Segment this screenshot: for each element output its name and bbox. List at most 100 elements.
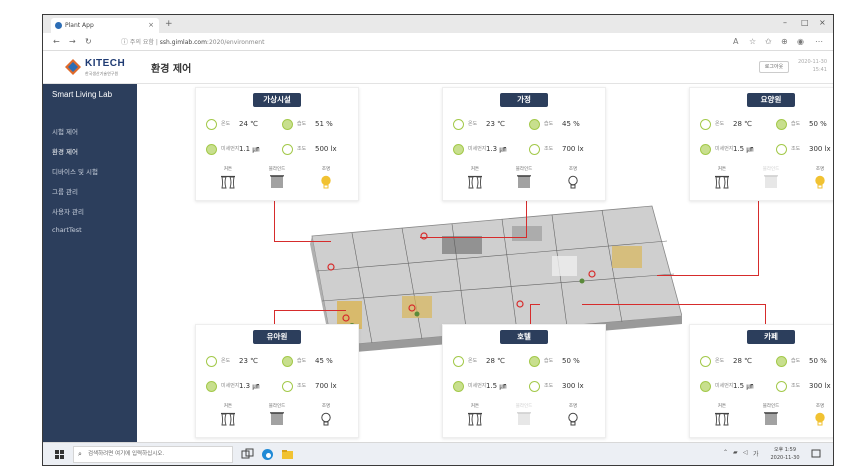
sidebar-item-groups[interactable]: 그룹 관리 xyxy=(52,186,78,196)
profile-icon[interactable]: ◉ xyxy=(797,36,804,48)
connector-line xyxy=(530,304,540,305)
device-curtain-control[interactable]: 커튼 xyxy=(707,403,737,426)
metric-dust: 미세먼지1.5 ㎛ xyxy=(453,380,506,392)
notification-icon[interactable] xyxy=(811,449,821,459)
network-icon[interactable]: ▰ xyxy=(733,449,738,456)
blind-icon xyxy=(509,175,539,189)
metric-value: 1.5 ㎛ xyxy=(733,145,754,153)
room-card[interactable]: 유아원 온도 23 ℃ 습도 45 % 미세먼지1.3 ㎛ 조도 700 lx 커튼 블라인드 조명 xyxy=(195,324,359,438)
tray-chevron-icon[interactable]: ⌃ xyxy=(723,449,728,456)
device-curtain-control[interactable]: 커튼 xyxy=(213,403,243,426)
device-blind-control[interactable]: 블라인드 xyxy=(756,166,786,189)
device-curtain-control[interactable]: 커튼 xyxy=(707,166,737,189)
metric-value: 700 lx xyxy=(562,145,584,153)
metric-illum: 조도 500 lx xyxy=(282,143,337,155)
device-light-control[interactable]: 조명 xyxy=(558,403,588,426)
humidity-icon xyxy=(282,355,293,367)
device-light-control[interactable]: 조명 xyxy=(558,166,588,189)
collections-icon[interactable]: ⊕ xyxy=(781,36,788,48)
file-explorer-icon[interactable] xyxy=(281,448,294,461)
device-label: 블라인드 xyxy=(268,404,286,409)
metric-value: 23 ℃ xyxy=(486,120,505,128)
sidebar-item-charttest[interactable]: chartTest xyxy=(52,226,82,234)
read-aloud-icon[interactable]: A xyxy=(733,36,738,48)
windows-start-icon[interactable] xyxy=(55,450,64,459)
taskbar-date: 2020-11-30 xyxy=(770,455,800,461)
ime-icon[interactable]: 가 xyxy=(753,449,759,458)
thermometer-icon xyxy=(206,118,217,130)
metric-value: 500 lx xyxy=(315,145,337,153)
metric-dust: 미세먼지1.5 ㎛ xyxy=(700,380,753,392)
device-label: 커튼 xyxy=(223,167,233,172)
tab-title: Plant App xyxy=(65,22,94,29)
room-card[interactable]: 요양원 온도 28 ℃ 습도 50 % 미세먼지1.5 ㎛ 조도 300 lx 커튼 블라인드 조명 xyxy=(689,87,833,201)
metric-humidity: 습도 51 % xyxy=(282,118,333,130)
connector-line xyxy=(530,304,531,324)
room-card[interactable]: 호텔 온도 28 ℃ 습도 50 % 미세먼지1.5 ㎛ 조도 300 lx 커튼 블라인드 조명 xyxy=(442,324,606,438)
device-light-control[interactable]: 조명 xyxy=(311,166,341,189)
device-light-control[interactable]: 조명 xyxy=(311,403,341,426)
device-label: 블라인드 xyxy=(762,404,780,409)
device-blind-control[interactable]: 블라인드 xyxy=(756,403,786,426)
task-view-icon[interactable] xyxy=(241,448,254,461)
room-card[interactable]: 가정 온도 23 ℃ 습도 45 % 미세먼지1.3 ㎛ 조도 700 lx 커튼 블라인드 조명 xyxy=(442,87,606,201)
minimize-button[interactable]: – xyxy=(783,17,787,29)
device-label: 블라인드 xyxy=(762,167,780,172)
room-card[interactable]: 카페 온도 28 ℃ 습도 50 % 미세먼지1.5 ㎛ 조도 300 lx 커튼 블라인드 조명 xyxy=(689,324,833,438)
metric-label: 습도 xyxy=(297,358,307,364)
illuminance-icon xyxy=(776,143,787,155)
fine-dust-icon xyxy=(700,143,711,155)
metric-dust: 미세먼지1.5 ㎛ xyxy=(700,143,753,155)
edge-browser-icon[interactable] xyxy=(261,448,274,461)
new-tab-button[interactable]: + xyxy=(165,18,173,30)
fine-dust-icon xyxy=(453,143,464,155)
close-window-button[interactable]: × xyxy=(819,17,826,29)
device-label: 커튼 xyxy=(470,404,480,409)
back-button[interactable]: ← xyxy=(53,36,60,48)
taskbar-time: 오후 1:59 xyxy=(773,447,797,453)
taskbar-search-input[interactable]: ⌕ 검색하려면 여기에 입력하십시오. xyxy=(73,446,233,463)
volume-icon[interactable]: ◁ xyxy=(743,449,748,456)
taskbar-clock[interactable]: 오후 1:59 2020-11-30 xyxy=(765,446,805,462)
more-menu-icon[interactable]: ⋯ xyxy=(815,36,823,48)
logo-text: KITECH xyxy=(85,58,126,69)
metric-label: 습도 xyxy=(297,121,307,127)
refresh-button[interactable]: ↻ xyxy=(85,36,92,48)
device-blind-control[interactable]: 블라인드 xyxy=(262,166,292,189)
sidebar-item-test-control[interactable]: 시험 제어 xyxy=(52,126,78,136)
device-label: 조명 xyxy=(815,167,825,172)
logout-button[interactable]: 로그아웃 xyxy=(759,61,789,73)
device-curtain-control[interactable]: 커튼 xyxy=(460,403,490,426)
favorites-icon[interactable]: ✩ xyxy=(765,36,772,48)
sidebar-item-env-control[interactable]: 환경 제어 xyxy=(52,146,78,156)
tab-close-button[interactable]: × xyxy=(148,18,154,33)
metric-label: 조도 xyxy=(544,146,554,152)
curtain-icon xyxy=(460,175,490,189)
device-curtain-control[interactable]: 커튼 xyxy=(460,166,490,189)
maximize-button[interactable]: □ xyxy=(801,17,809,29)
device-blind-control[interactable]: 블라인드 xyxy=(509,403,539,426)
device-blind-control[interactable]: 블라인드 xyxy=(262,403,292,426)
device-light-control[interactable]: 조명 xyxy=(805,166,833,189)
metric-label: 온도 xyxy=(468,358,478,364)
device-label: 블라인드 xyxy=(515,167,533,172)
favorite-star-icon[interactable]: ☆ xyxy=(749,36,756,48)
humidity-icon xyxy=(776,118,787,130)
environment-main: 가상시설 온도 24 ℃ 습도 51 % 미세먼지1.1 ㎛ 조도 500 lx 커튼 블라인드 조… xyxy=(137,84,833,442)
sidebar-item-users[interactable]: 사용자 관리 xyxy=(52,206,84,216)
humidity-icon xyxy=(776,355,787,367)
device-blind-control[interactable]: 블라인드 xyxy=(509,166,539,189)
forward-button[interactable]: → xyxy=(69,36,76,48)
metric-label: 조도 xyxy=(544,383,554,389)
room-card[interactable]: 가상시설 온도 24 ℃ 습도 51 % 미세먼지1.1 ㎛ 조도 500 lx 커튼 블라인드 조… xyxy=(195,87,359,201)
device-label: 조명 xyxy=(321,167,331,172)
metric-value: 300 lx xyxy=(562,382,584,390)
room-title: 가정 xyxy=(500,93,548,107)
sidebar-item-devices[interactable]: 디바이스 및 시험 xyxy=(52,166,98,176)
device-light-control[interactable]: 조명 xyxy=(805,403,833,426)
metric-value: 51 % xyxy=(315,120,333,128)
url-field[interactable]: ⓘ 주의 요함 | ssh.gimlab.com:2020/environmen… xyxy=(121,37,264,48)
browser-tab[interactable]: Plant App × xyxy=(51,18,159,33)
metric-humidity: 습도 45 % xyxy=(282,355,333,367)
device-curtain-control[interactable]: 커튼 xyxy=(213,166,243,189)
